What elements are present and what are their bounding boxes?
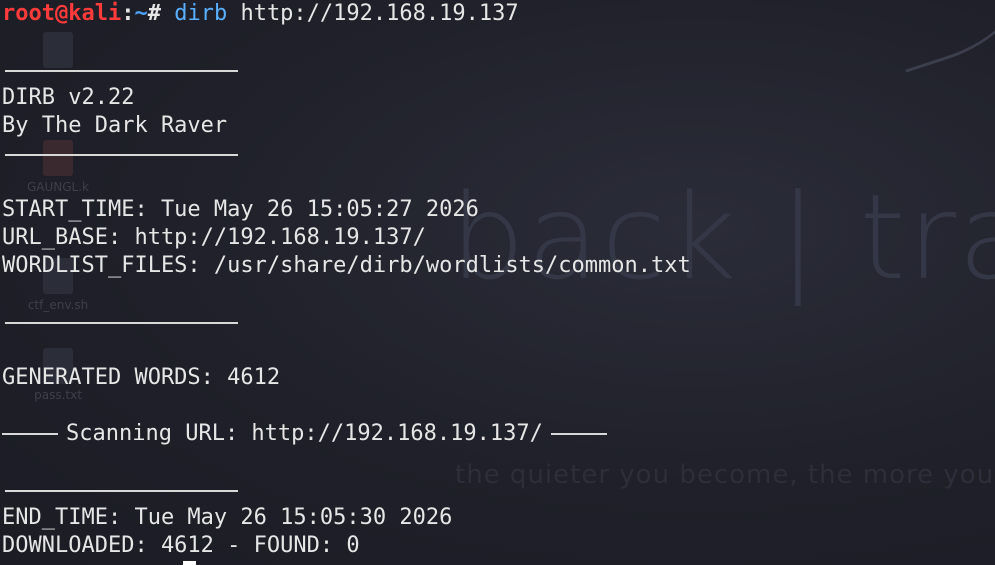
separator-line bbox=[2, 476, 995, 504]
dirb-version: DIRB v2.22 bbox=[2, 85, 135, 110]
scanning-line: Scanning URL: http://192.168.19.137/ bbox=[2, 420, 995, 448]
prompt-user-host: root@kali bbox=[2, 1, 122, 26]
terminal-cursor bbox=[183, 561, 196, 565]
prompt-symbol: # bbox=[147, 1, 175, 26]
end-time: END_TIME: Tue May 26 15:05:30 2026 bbox=[2, 505, 453, 530]
dirb-author: By The Dark Raver bbox=[2, 113, 228, 138]
start-time: START_TIME: Tue May 26 15:05:27 2026 bbox=[2, 197, 479, 222]
scanning-url: Scanning URL: http://192.168.19.137/ bbox=[66, 421, 543, 446]
wordlist-files: WORDLIST_FILES: /usr/share/dirb/wordlist… bbox=[2, 253, 691, 278]
scan-rule-left bbox=[2, 433, 58, 435]
separator-line bbox=[2, 56, 995, 84]
prompt-path: ~ bbox=[134, 1, 148, 26]
prompt-colon: : bbox=[121, 1, 135, 26]
downloaded-summary: DOWNLOADED: 4612 - FOUND: 0 bbox=[2, 533, 360, 558]
scan-rule-right bbox=[550, 433, 607, 435]
command-name: dirb bbox=[174, 1, 228, 26]
command-line: root@kali:~# dirb http://192.168.19.137 bbox=[2, 0, 995, 28]
url-base: URL_BASE: http://192.168.19.137/ bbox=[2, 225, 426, 250]
generated-words: GENERATED WORDS: 4612 bbox=[2, 365, 281, 390]
command-args: http://192.168.19.137 bbox=[227, 1, 519, 26]
desktop: back | trac the quieter you become, the … bbox=[0, 0, 995, 565]
separator-line bbox=[2, 308, 995, 336]
separator-line bbox=[2, 140, 995, 168]
terminal-output[interactable]: root@kali:~# dirb http://192.168.19.137 … bbox=[0, 0, 995, 565]
